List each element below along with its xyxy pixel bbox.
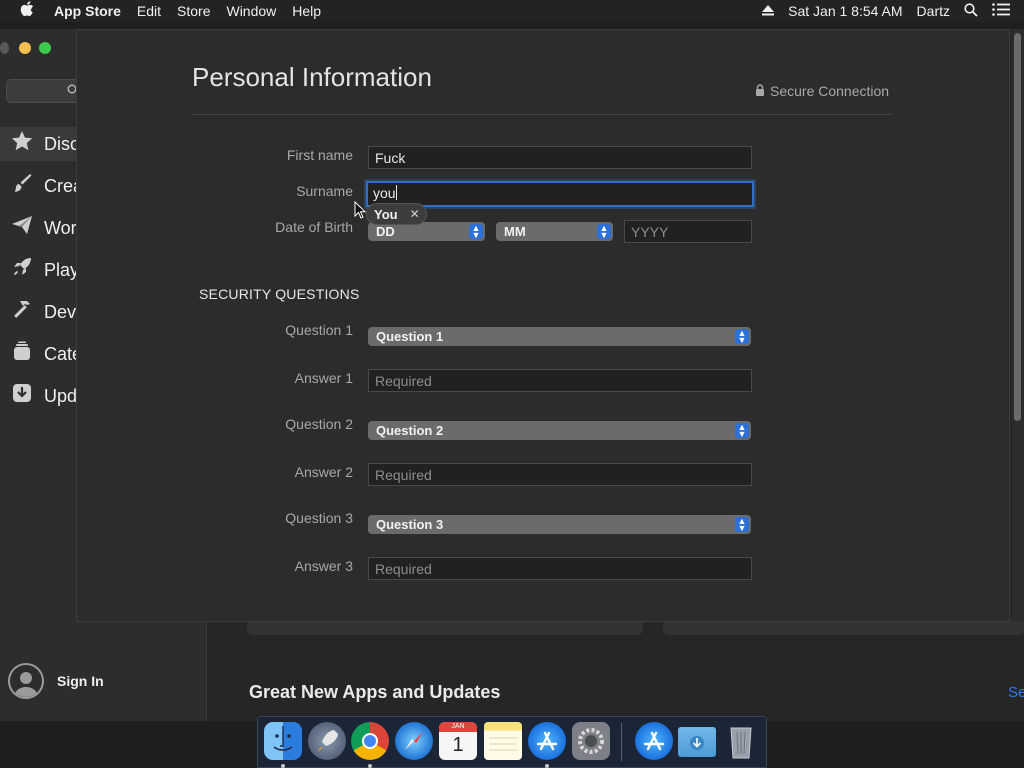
chrome-icon[interactable]	[351, 722, 389, 760]
question-1-value: Question 1	[376, 329, 444, 344]
download-icon	[0, 382, 44, 410]
answer-3-field[interactable]: Required	[368, 557, 752, 580]
autocomplete-suggestion[interactable]: You ✕	[366, 203, 427, 225]
menu-window[interactable]: Window	[226, 3, 276, 19]
brush-icon	[0, 172, 44, 200]
dob-year-field[interactable]: YYYY	[624, 220, 752, 243]
chevron-up-down-icon: ▲ ▼	[597, 224, 611, 240]
answer-3-label: Answer 3	[294, 558, 353, 574]
spotlight-search-icon[interactable]	[964, 2, 978, 20]
menu-app-name[interactable]: App Store	[54, 3, 121, 19]
trash-icon[interactable]	[722, 722, 760, 760]
mouse-pointer-icon	[354, 201, 366, 219]
answer-1-label: Answer 1	[294, 370, 353, 386]
dock: JAN 1	[257, 716, 767, 768]
notification-center-icon[interactable]	[992, 3, 1010, 19]
question-3-value: Question 3	[376, 517, 444, 532]
menu-bar: App Store Edit Store Window Help Sat Jan…	[0, 0, 1024, 22]
sidebar-item-label: Dev	[44, 301, 77, 322]
dob-month-value: MM	[504, 224, 526, 239]
date-of-birth-label: Date of Birth	[275, 219, 353, 235]
safari-icon[interactable]	[395, 722, 433, 760]
rocket-icon	[0, 256, 44, 284]
paper-plane-icon	[0, 214, 44, 242]
avatar	[8, 663, 44, 699]
app-store-downloads-icon[interactable]	[635, 722, 673, 760]
chevron-up-down-icon: ▲ ▼	[735, 329, 749, 345]
answer-1-field[interactable]: Required	[368, 369, 752, 392]
window-close-button[interactable]	[0, 42, 9, 54]
finder-icon[interactable]	[264, 722, 302, 760]
sidebar-item-label: Play	[44, 259, 80, 280]
section-title: Great New Apps and Updates	[249, 682, 501, 702]
surname-field[interactable]: you	[366, 181, 754, 207]
surname-value: you	[373, 185, 396, 201]
notes-icon[interactable]	[484, 722, 522, 760]
menu-user[interactable]: Dartz	[917, 3, 950, 19]
chevron-up-down-icon: ▲ ▼	[469, 224, 483, 240]
secure-connection-label: Secure Connection	[770, 83, 890, 99]
launchpad-icon[interactable]	[308, 722, 346, 760]
menu-clock[interactable]: Sat Jan 1 8:54 AM	[788, 3, 902, 19]
chevron-up-down-icon: ▲ ▼	[735, 517, 749, 533]
page-title: Personal Information	[192, 62, 432, 92]
question-2-select[interactable]: Question 2 ▲ ▼	[368, 421, 751, 440]
first-name-label: First name	[286, 147, 353, 163]
hammer-icon	[0, 298, 44, 326]
system-preferences-icon[interactable]	[572, 722, 610, 760]
surname-label: Surname	[296, 183, 353, 199]
chevron-up-down-icon: ▲ ▼	[735, 423, 749, 439]
scrollbar-thumb[interactable]	[1014, 33, 1021, 421]
calendar-day: 1	[452, 734, 464, 756]
stack-icon	[0, 340, 44, 368]
see-all-link[interactable]: Se	[1008, 684, 1024, 701]
first-name-field[interactable]: Fuck	[368, 146, 752, 169]
lock-icon	[755, 83, 765, 99]
close-icon[interactable]: ✕	[410, 207, 420, 221]
answer-2-label: Answer 2	[294, 464, 353, 480]
dob-day-value: DD	[376, 224, 395, 239]
window-zoom-button[interactable]	[39, 42, 51, 54]
dock-separator	[621, 723, 622, 761]
question-3-label: Question 3	[285, 510, 353, 526]
question-2-value: Question 2	[376, 423, 444, 438]
running-indicator	[281, 764, 285, 768]
running-indicator	[545, 764, 549, 768]
menu-help[interactable]: Help	[292, 3, 321, 19]
question-1-label: Question 1	[285, 322, 353, 338]
question-2-label: Question 2	[285, 416, 353, 432]
app-store-icon[interactable]	[528, 722, 566, 760]
eject-icon[interactable]	[762, 3, 775, 19]
window-minimize-button[interactable]	[19, 42, 31, 54]
star-icon	[0, 130, 44, 158]
calendar-month: JAN	[439, 722, 477, 732]
question-3-select[interactable]: Question 3 ▲ ▼	[368, 515, 751, 534]
security-questions-heading: SECURITY QUESTIONS	[199, 286, 360, 302]
text-caret	[395, 185, 397, 200]
secure-connection-indicator: Secure Connection	[755, 83, 889, 99]
running-indicator	[368, 764, 372, 768]
answer-2-field[interactable]: Required	[368, 463, 752, 486]
sign-in-button[interactable]: Sign In	[8, 663, 104, 699]
menu-store[interactable]: Store	[177, 3, 210, 19]
sidebar-item-label: Upd	[44, 385, 78, 406]
autocomplete-label: You	[374, 206, 398, 222]
sidebar-item-label: Disc	[44, 133, 79, 154]
menu-edit[interactable]: Edit	[137, 3, 161, 19]
calendar-icon[interactable]: JAN 1	[439, 722, 477, 760]
sidebar-item-label: Wor	[44, 217, 77, 238]
sign-in-label: Sign In	[57, 673, 104, 689]
downloads-folder-icon[interactable]	[678, 727, 716, 757]
dob-month-select[interactable]: MM ▲ ▼	[496, 222, 613, 241]
question-1-select[interactable]: Question 1 ▲ ▼	[368, 327, 751, 346]
apple-menu-icon[interactable]	[20, 1, 34, 21]
divider	[192, 114, 892, 115]
